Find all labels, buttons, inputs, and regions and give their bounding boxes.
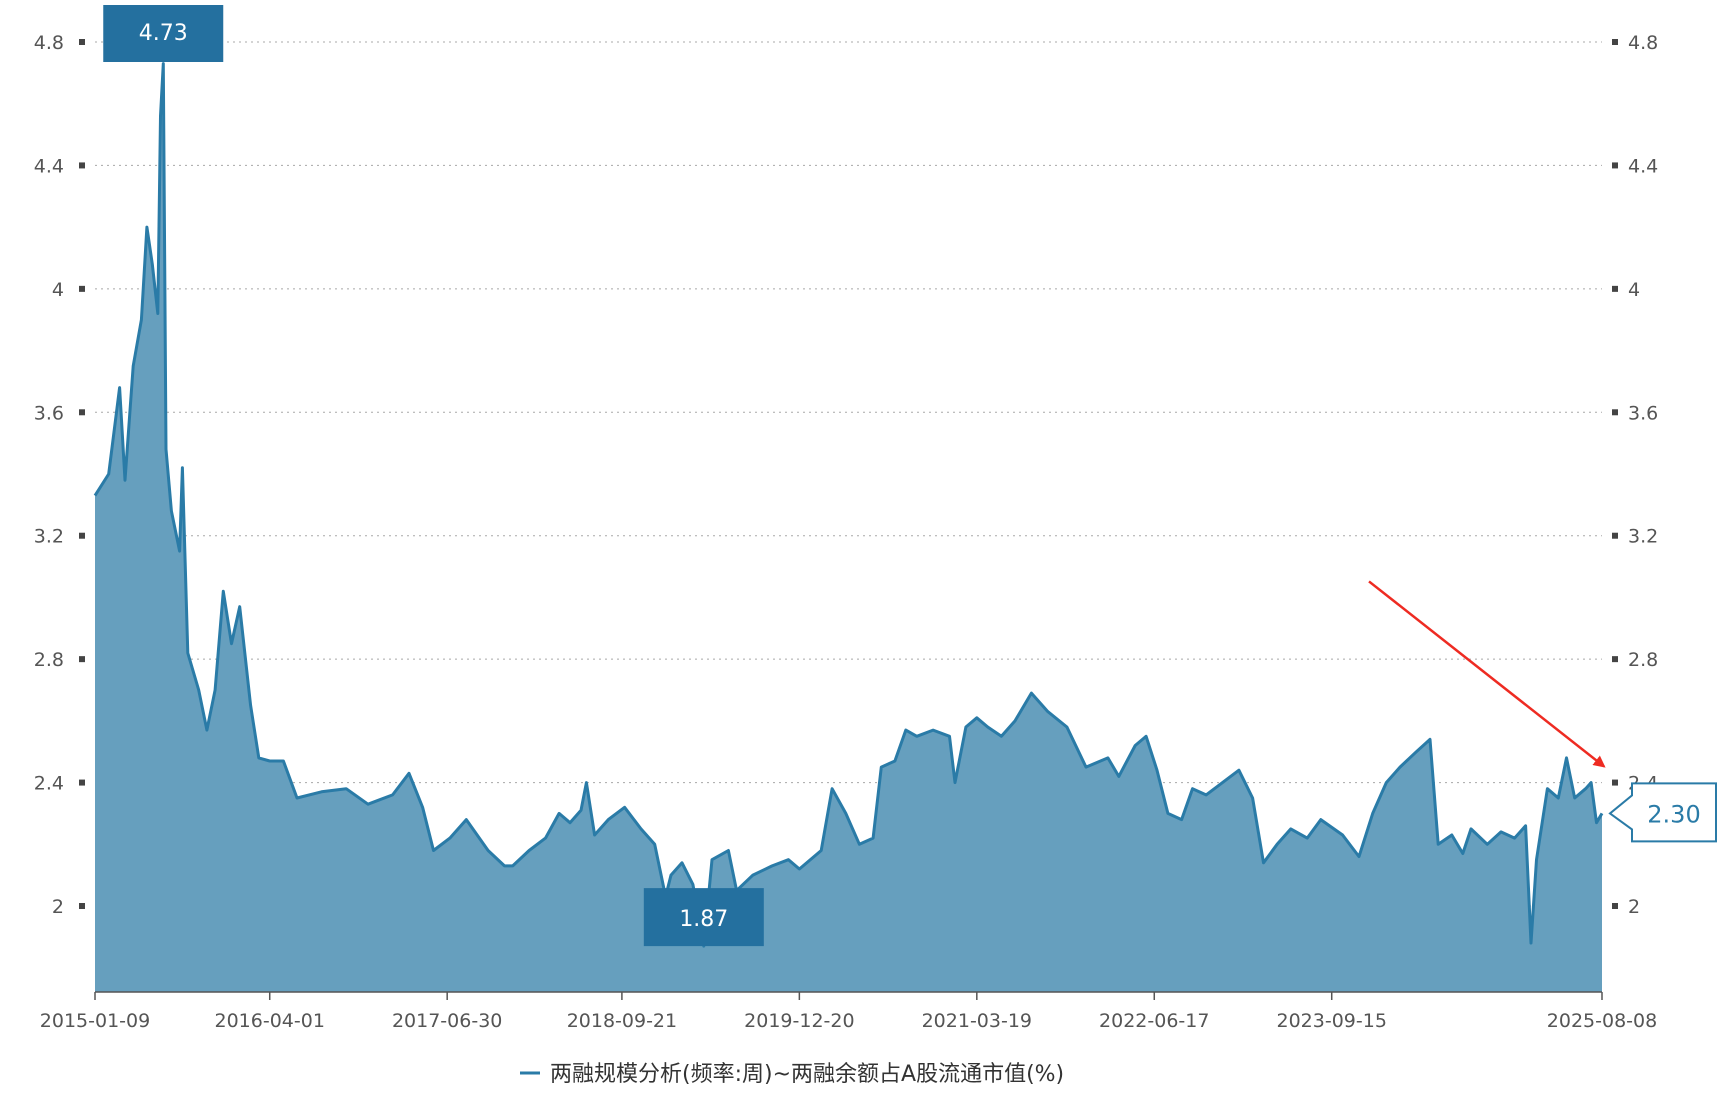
grid-lines	[95, 41, 1602, 907]
y-tick-mark-left	[79, 162, 85, 169]
legend-label: 两融规模分析(频率:周)~两融余额占A股流通市值(%)	[550, 1062, 1064, 1087]
y-tick-mark-left	[79, 779, 85, 786]
y-tick-label-left: 2	[52, 896, 64, 918]
chart-container: 222.42.42.82.83.23.23.63.6444.44.44.84.8…	[0, 0, 1728, 1092]
last-value-callout-label: 2.30	[1647, 800, 1700, 828]
series-fill	[95, 63, 1602, 993]
x-tick-label: 2022-06-17	[1099, 1010, 1209, 1032]
y-tick-mark-right	[1612, 162, 1618, 169]
y-tick-label-right: 4.4	[1628, 155, 1658, 177]
y-tick-label-left: 3.2	[34, 526, 64, 548]
y-tick-label-left: 4.8	[34, 32, 64, 54]
line-area-chart: 222.42.42.82.83.23.23.63.6444.44.44.84.8…	[34, 5, 1717, 1087]
y-tick-mark-right	[1612, 656, 1618, 663]
y-tick-label-right: 3.2	[1628, 526, 1658, 548]
y-tick-mark-right	[1612, 532, 1618, 539]
annotation-arrow	[1368, 580, 1606, 768]
x-tick-label: 2016-04-01	[215, 1010, 325, 1032]
y-tick-mark-left	[79, 656, 85, 663]
max-callout-label: 4.73	[139, 21, 188, 46]
y-tick-label-left: 2.4	[34, 773, 64, 795]
y-tick-mark-left	[79, 532, 85, 539]
x-tick-label: 2023-09-15	[1277, 1010, 1387, 1032]
y-tick-label-right: 2.8	[1628, 649, 1658, 671]
y-tick-mark-left	[79, 39, 85, 45]
x-tick-label: 2025-08-08	[1547, 1010, 1657, 1032]
y-tick-label-left: 3.6	[34, 402, 64, 424]
y-tick-label-right: 2	[1628, 896, 1640, 918]
x-tick-label: 2021-03-19	[922, 1010, 1032, 1032]
legend: 两融规模分析(频率:周)~两融余额占A股流通市值(%)	[520, 1062, 1064, 1087]
y-tick-label-right: 3.6	[1628, 402, 1658, 424]
min-callout-label: 1.87	[679, 907, 728, 932]
y-tick-label-right: 4.8	[1628, 32, 1658, 54]
series-area	[93, 62, 1604, 993]
y-tick-mark-left	[79, 409, 85, 416]
y-tick-mark-right	[1612, 409, 1618, 416]
y-tick-mark-right	[1612, 285, 1618, 292]
y-tick-mark-right	[1612, 779, 1618, 786]
x-tick-label: 2018-09-21	[567, 1010, 677, 1032]
y-tick-mark-right	[1612, 39, 1618, 45]
x-tick-label: 2017-06-30	[392, 1010, 502, 1032]
x-tick-label: 2019-12-20	[744, 1010, 854, 1032]
y-tick-label-right: 4	[1628, 279, 1640, 301]
x-tick-label: 2015-01-09	[40, 1010, 150, 1032]
y-tick-label-left: 2.8	[34, 649, 64, 671]
y-tick-label-left: 4.4	[34, 155, 64, 177]
y-tick-mark-left	[79, 903, 85, 909]
y-tick-mark-right	[1612, 903, 1618, 909]
y-tick-label-left: 4	[52, 279, 64, 301]
y-tick-mark-left	[79, 285, 85, 292]
